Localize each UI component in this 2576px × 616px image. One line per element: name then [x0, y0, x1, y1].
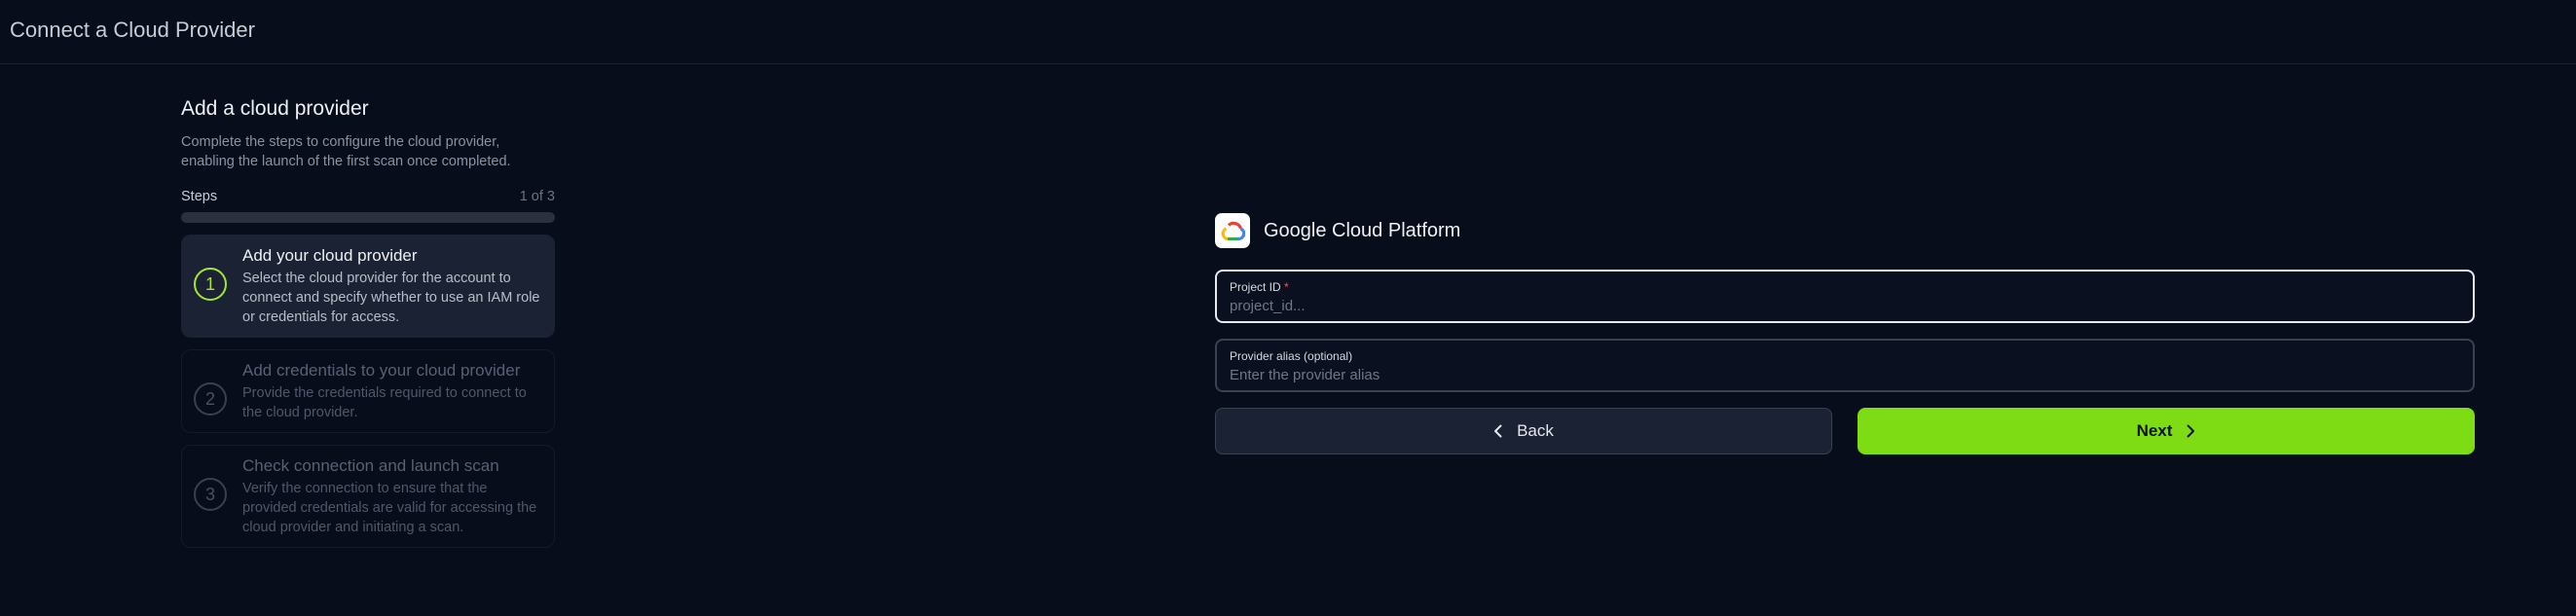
step-launch-scan[interactable]: 3 Check connection and launch scan Verif… [181, 445, 555, 548]
steps-label: Steps [181, 189, 218, 204]
steps-progress-bar [181, 212, 555, 223]
provider-alias-label: Provider alias (optional) [1230, 349, 1353, 363]
step-title: Add credentials to your cloud provider [242, 361, 521, 380]
step-title: Add your cloud provider [242, 246, 418, 265]
project-id-input[interactable] [1230, 298, 2460, 314]
step-number: 3 [194, 478, 227, 511]
provider-alias-input[interactable] [1230, 367, 2460, 383]
step-description: Provide the credentials required to conn… [242, 385, 527, 420]
step-description: Verify the connection to ensure that the… [242, 481, 537, 535]
next-button[interactable]: Next [1858, 408, 2475, 454]
chevron-right-icon [2186, 424, 2195, 438]
steps-panel: Add a cloud provider Complete the steps … [181, 97, 555, 548]
top-bar: Connect a Cloud Provider [0, 0, 2576, 64]
step-title: Check connection and launch scan [242, 456, 499, 475]
steps-counter: 1 of 3 [519, 189, 555, 204]
provider-header: Google Cloud Platform [1215, 212, 2475, 249]
provider-alias-field[interactable]: Provider alias (optional) [1215, 339, 2475, 392]
section-description: Complete the steps to configure the clou… [181, 134, 511, 169]
step-number: 2 [194, 382, 227, 416]
next-button-label: Next [2136, 421, 2173, 440]
chevron-left-icon [1493, 424, 1503, 438]
step-add-provider[interactable]: 1 Add your cloud provider Select the clo… [181, 235, 555, 338]
step-number: 1 [194, 268, 227, 301]
form-actions: Back Next [1215, 408, 2475, 454]
provider-name: Google Cloud Platform [1264, 219, 1461, 241]
step-description: Select the cloud provider for the accoun… [242, 271, 540, 325]
provider-form: Google Cloud Platform Project ID * Provi… [1215, 212, 2475, 454]
back-button-label: Back [1517, 421, 1554, 440]
section-title: Add a cloud provider [181, 97, 369, 120]
project-id-field[interactable]: Project ID * [1215, 270, 2475, 323]
google-cloud-logo-icon [1215, 213, 1250, 248]
back-button[interactable]: Back [1215, 408, 1832, 454]
step-add-credentials[interactable]: 2 Add credentials to your cloud provider… [181, 349, 555, 433]
steps-header: Steps 1 of 3 [181, 189, 555, 204]
required-mark: * [1284, 280, 1289, 294]
page-title: Connect a Cloud Provider [10, 18, 255, 42]
project-id-label: Project ID * [1230, 280, 1289, 294]
